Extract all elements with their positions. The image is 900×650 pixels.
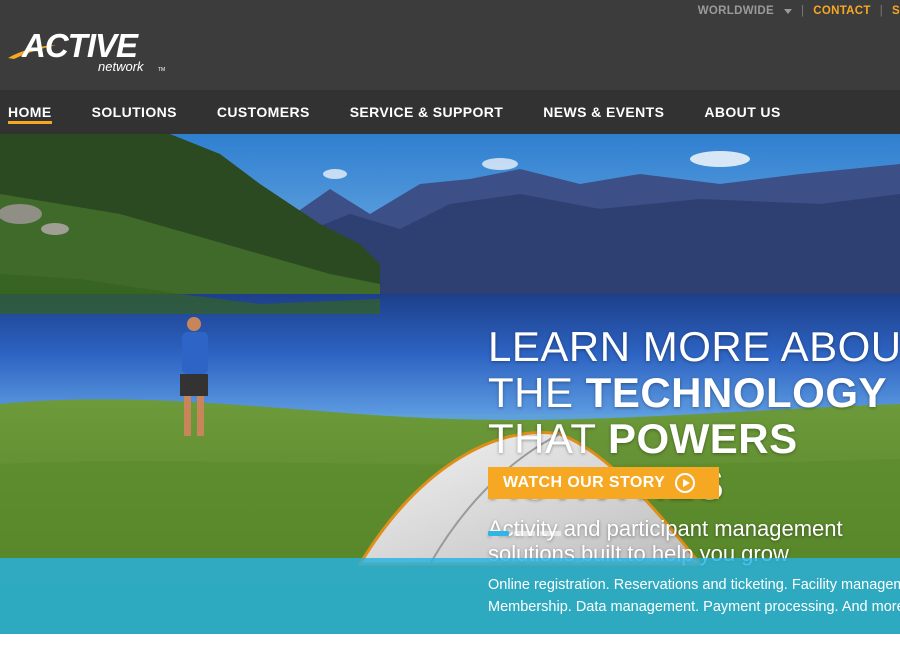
cta-label: WATCH OUR STORY: [503, 474, 666, 491]
services-line-2: Membership. Data management. Payment pro…: [488, 599, 900, 615]
subhead-line-1: Activity and participant management: [488, 516, 843, 541]
services-line-1: Online registration. Reservations and ti…: [488, 577, 900, 593]
nav-news-events[interactable]: NEWS & EVENTS: [543, 90, 664, 134]
slider-dot-3[interactable]: [540, 531, 561, 536]
utility-separator: |: [879, 5, 884, 17]
active-network-logo[interactable]: ACTIVE network TM: [6, 22, 176, 78]
nav-home[interactable]: HOME: [8, 90, 52, 134]
watch-our-story-button[interactable]: WATCH OUR STORY: [488, 467, 719, 499]
region-selector[interactable]: WORLDWIDE: [698, 5, 792, 17]
region-label: WORLDWIDE: [697, 5, 774, 17]
logo-tagline: network: [98, 59, 145, 74]
slider-pagination: [488, 531, 561, 536]
nav-about-us[interactable]: ABOUT US: [704, 90, 780, 134]
site-header: WORLDWIDE | CONTACT | S ACTIVE network T…: [0, 0, 900, 134]
headline-line-2-bold: TECHNOLOGY: [585, 369, 888, 416]
logo-trademark: TM: [158, 67, 165, 73]
slider-dot-1[interactable]: [488, 531, 509, 536]
services-band: Online registration. Reservations and ti…: [0, 558, 900, 634]
nav-service-support[interactable]: SERVICE & SUPPORT: [350, 90, 504, 134]
chevron-down-icon: [783, 9, 792, 14]
utility-link-truncated[interactable]: S: [892, 5, 900, 17]
nav-solutions[interactable]: SOLUTIONS: [92, 90, 177, 134]
play-circle-icon: [675, 473, 696, 493]
utility-bar: WORLDWIDE | CONTACT | S: [698, 5, 900, 17]
headline-line-2-light: THE: [488, 369, 586, 416]
utility-separator: |: [800, 5, 805, 17]
contact-link[interactable]: CONTACT: [813, 5, 870, 17]
main-nav: HOME SOLUTIONS CUSTOMERS SERVICE & SUPPO…: [0, 90, 900, 134]
nav-customers[interactable]: CUSTOMERS: [217, 90, 310, 134]
headline-line-3-bold: POWERS: [607, 415, 798, 462]
headline-line-3-light: THAT: [488, 415, 608, 462]
slider-dot-2[interactable]: [514, 531, 535, 536]
headline-line-1: LEARN MORE ABOUT: [488, 323, 900, 370]
